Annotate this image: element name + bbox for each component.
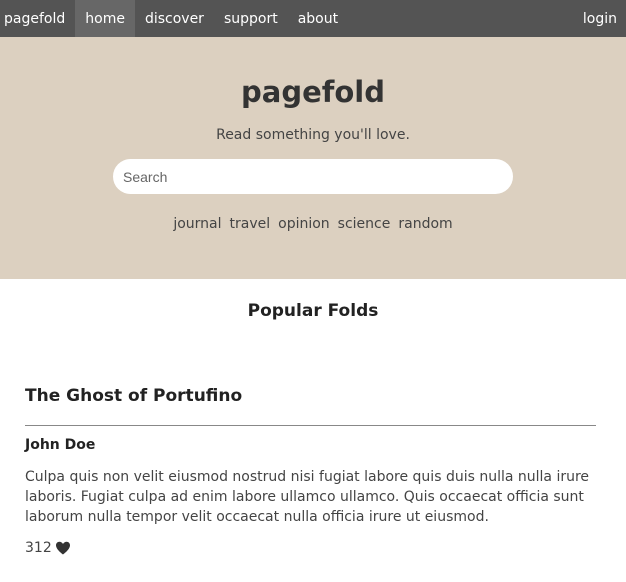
- category-links: journal travel opinion science random: [169, 215, 456, 233]
- category-link-travel[interactable]: travel: [226, 215, 275, 233]
- heart-icon[interactable]: [55, 541, 71, 555]
- like-count: 312: [25, 540, 52, 556]
- category-link-opinion[interactable]: opinion: [274, 215, 334, 233]
- post-title[interactable]: The Ghost of Portufino: [25, 384, 596, 408]
- post-author: John Doe: [25, 437, 96, 453]
- hero-title: pagefold: [241, 75, 385, 109]
- category-link-journal[interactable]: journal: [169, 215, 225, 233]
- search-input[interactable]: [113, 159, 513, 194]
- hero-tagline: Read something you'll love.: [216, 127, 410, 143]
- post-likes: 312: [25, 539, 596, 557]
- nav-item-discover[interactable]: discover: [135, 0, 214, 37]
- category-link-random[interactable]: random: [394, 215, 456, 233]
- section-title: Popular Folds: [247, 301, 379, 321]
- top-navbar: pagefold home discover support about log…: [0, 0, 626, 37]
- nav-right-group: login: [573, 0, 626, 37]
- nav-brand-link[interactable]: pagefold: [0, 0, 75, 37]
- nav-item-support[interactable]: support: [214, 0, 288, 37]
- category-link-science[interactable]: science: [334, 215, 395, 233]
- post-body: Culpa quis non velit eiusmod nostrud nis…: [25, 469, 590, 525]
- nav-left-group: pagefold home discover support about: [0, 0, 348, 37]
- login-link[interactable]: login: [573, 0, 626, 37]
- hero-banner: pagefold Read something you'll love. jou…: [0, 37, 626, 279]
- post-card: The Ghost of Portufino John Doe Culpa qu…: [25, 384, 596, 557]
- post-divider: [25, 425, 596, 426]
- nav-item-about[interactable]: about: [288, 0, 348, 37]
- nav-item-home[interactable]: home: [75, 0, 135, 37]
